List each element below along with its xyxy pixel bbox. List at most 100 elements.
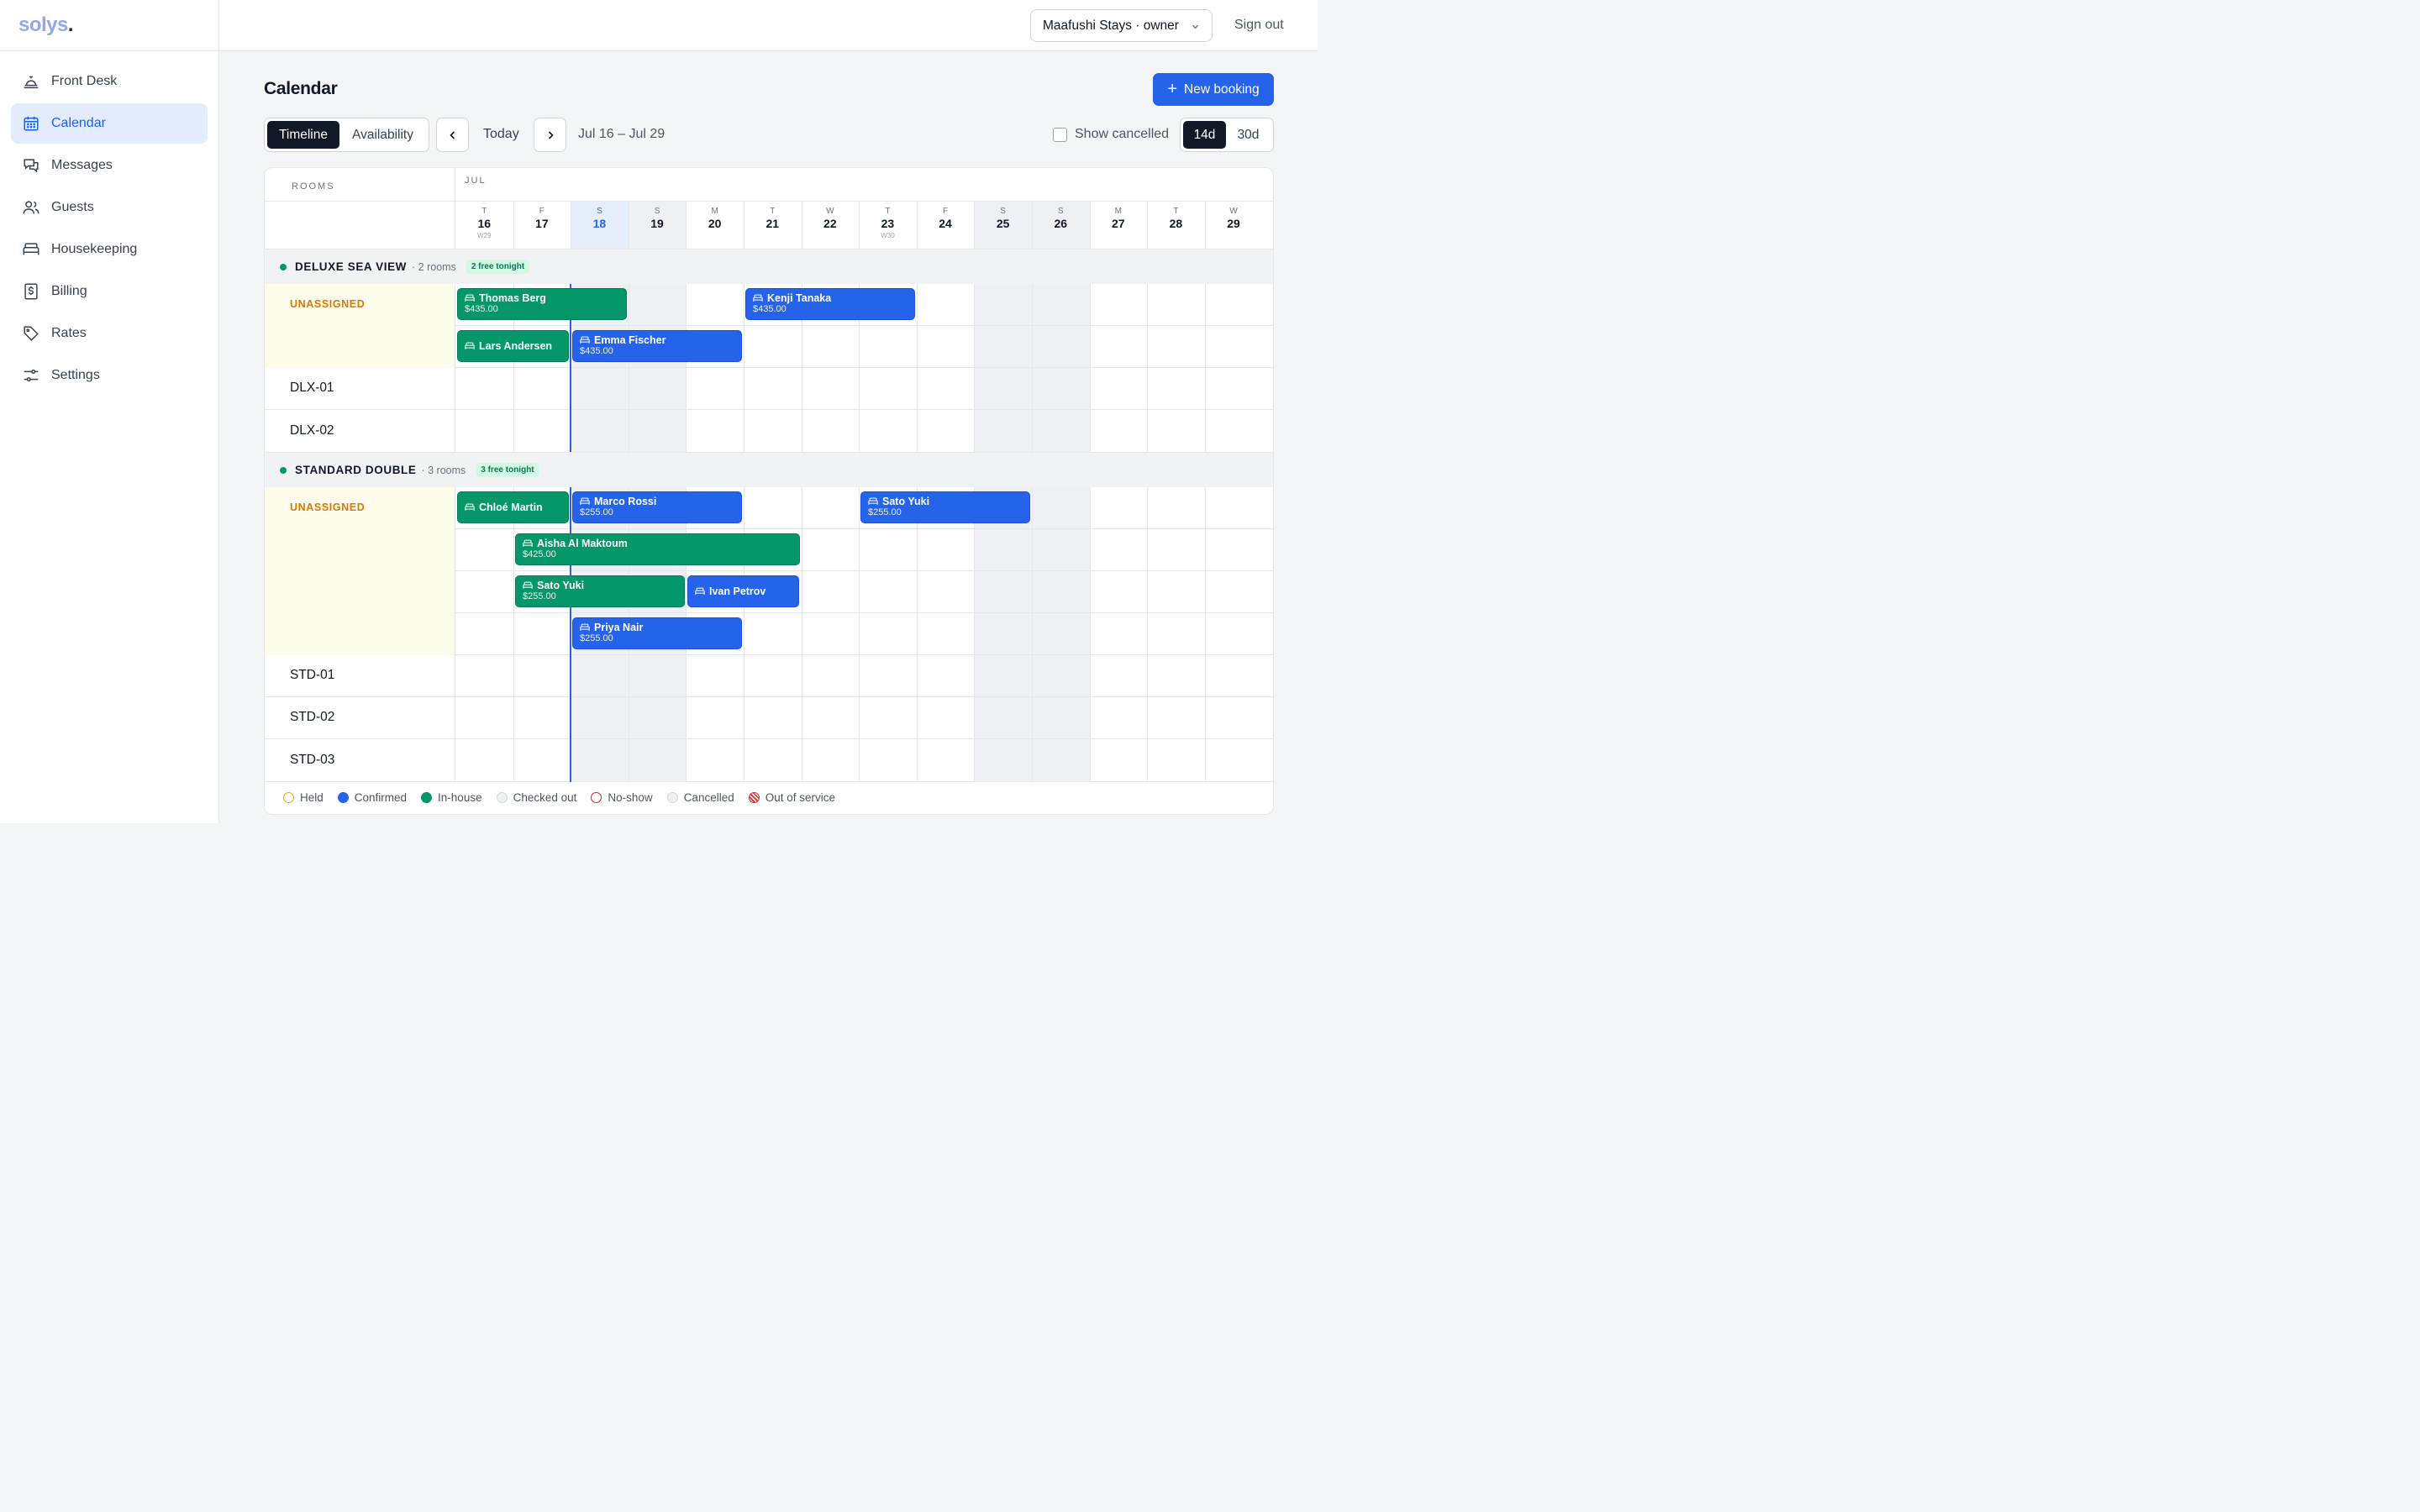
day-of-week: F — [942, 207, 949, 216]
today-button[interactable]: Today — [483, 127, 519, 142]
sliders-icon — [24, 369, 39, 382]
unassigned-label: UNASSIGNED — [290, 501, 366, 513]
sidebar-item-label: Housekeeping — [51, 242, 138, 256]
booking-bar[interactable]: Chloé Martin — [457, 491, 569, 523]
week-number: W29 — [477, 232, 492, 239]
day-number: 27 — [1112, 217, 1125, 230]
day-header-cell[interactable]: W 29 — [1205, 202, 1263, 249]
prev-range-button[interactable] — [436, 118, 469, 152]
sidebar-item-housekeeping[interactable]: Housekeeping — [11, 229, 208, 270]
unassigned-area — [265, 284, 455, 368]
day-header-cell[interactable]: M 27 — [1090, 202, 1148, 249]
day-header-cell[interactable]: S 18 — [571, 202, 629, 249]
span-30d[interactable]: 30d — [1226, 121, 1270, 149]
booking-bar[interactable]: Thomas Berg $435.00 — [457, 288, 627, 320]
booking-bar[interactable]: Lars Andersen — [457, 330, 569, 362]
hatch-icon — [748, 792, 760, 803]
room-type-group[interactable]: DELUXE SEA VIEW · 2 rooms 2 free tonight — [265, 249, 1273, 284]
room-label-dlx-01[interactable]: DLX-01 — [290, 381, 334, 396]
day-header-cell[interactable]: W 22 — [802, 202, 860, 249]
show-cancelled-checkbox[interactable] — [1053, 127, 1067, 142]
week-number: W30 — [881, 232, 895, 239]
weekend-column — [1032, 284, 1090, 452]
booking-guest: Ivan Petrov — [695, 585, 765, 597]
room-label-std-02[interactable]: STD-02 — [290, 710, 334, 725]
day-header-cell[interactable]: T 28 — [1147, 202, 1205, 249]
day-header-cell[interactable]: M 20 — [686, 202, 744, 249]
day-header-cell[interactable]: S 25 — [974, 202, 1032, 249]
rooms-column-header: ROOMS — [292, 181, 335, 192]
booking-guest-name: Aisha Al Maktoum — [537, 538, 628, 549]
span-toggle: 14d 30d — [1180, 118, 1274, 152]
day-number: 24 — [939, 217, 952, 230]
booking-bar[interactable]: Sato Yuki $255.00 — [860, 491, 1030, 523]
booking-guest: Lars Andersen — [465, 340, 552, 352]
booking-bar[interactable]: Emma Fischer $435.00 — [572, 330, 742, 362]
grid-column-line — [1147, 202, 1148, 782]
calendar-icon — [24, 116, 39, 131]
sidebar-nav: Front Desk Calendar Messages Guests Hous… — [0, 51, 218, 407]
day-header-cell[interactable]: T 21 — [744, 202, 802, 249]
view-availability[interactable]: Availability — [339, 121, 426, 149]
group-label: STANDARD DOUBLE · 3 rooms 3 free tonight — [280, 453, 539, 487]
status-badge: 2 free tonight — [466, 260, 530, 274]
sidebar-item-label: Rates — [51, 326, 87, 340]
day-header-cell[interactable]: S 26 — [1032, 202, 1090, 249]
booking-bar[interactable]: Priya Nair $255.00 — [572, 617, 742, 649]
day-header-cell[interactable]: T 16 W29 — [455, 202, 513, 249]
booking-bar[interactable]: Marco Rossi $255.00 — [572, 491, 742, 523]
room-type-group[interactable]: STANDARD DOUBLE · 3 rooms 3 free tonight — [265, 453, 1273, 487]
group-label: DELUXE SEA VIEW · 2 rooms 2 free tonight — [280, 249, 530, 284]
booking-bar[interactable]: Kenji Tanaka $435.00 — [745, 288, 915, 320]
status-badge: 3 free tonight — [476, 463, 539, 477]
sidebar-item-settings[interactable]: Settings — [11, 355, 208, 396]
sidebar-item-guests[interactable]: Guests — [11, 187, 208, 228]
bed-icon — [695, 587, 705, 595]
bed-icon — [523, 581, 533, 589]
legend-no-show: No-show — [591, 791, 653, 804]
sidebar-item-rates[interactable]: Rates — [11, 313, 208, 354]
room-label-std-03[interactable]: STD-03 — [290, 753, 334, 768]
view-timeline[interactable]: Timeline — [267, 121, 339, 149]
booking-bar[interactable]: Ivan Petrov — [687, 575, 799, 607]
date-range: Jul 16 – Jul 29 — [578, 127, 666, 141]
calendar-panel: ROOMS JUL T 16 W29 F 17 S 18 S 19 M 20 T 21 W 22 T 23 W30… — [264, 167, 1274, 815]
day-header-cell[interactable]: T 23 W30 — [859, 202, 917, 249]
new-booking-button[interactable]: + New booking — [1153, 73, 1274, 106]
sidebar-item-label: Front Desk — [51, 74, 118, 88]
show-cancelled-toggle[interactable]: Show cancelled — [1053, 127, 1169, 142]
day-of-week: S — [654, 207, 660, 216]
booking-guest: Chloé Martin — [465, 501, 543, 513]
booking-guest-name: Lars Andersen — [479, 340, 553, 352]
day-header-cell[interactable]: F 17 — [513, 202, 571, 249]
booking-guest-name: Kenji Tanaka — [767, 292, 832, 304]
chevron-down-icon — [1192, 24, 1199, 29]
sidebar-item-front-desk[interactable]: Front Desk — [11, 61, 208, 102]
room-label-dlx-02[interactable]: DLX-02 — [290, 423, 334, 438]
day-header-cell[interactable]: F 24 — [917, 202, 975, 249]
day-of-week: T — [770, 207, 776, 216]
day-header-cell[interactable]: S 19 — [629, 202, 687, 249]
sidebar-item-messages[interactable]: Messages — [11, 145, 208, 186]
booking-guest-name: Sato Yuki — [537, 580, 585, 591]
next-range-button[interactable] — [534, 118, 566, 152]
group-room-count: · 2 rooms — [412, 260, 456, 273]
bell-icon — [24, 76, 39, 89]
sign-out-link[interactable]: Sign out — [1234, 18, 1284, 33]
booking-bar[interactable]: Aisha Al Maktoum $425.00 — [515, 533, 800, 565]
app-logo[interactable]: solys. — [18, 13, 74, 37]
sidebar-item-calendar[interactable]: Calendar — [11, 103, 208, 144]
span-14d[interactable]: 14d — [1183, 121, 1226, 149]
room-label-std-01[interactable]: STD-01 — [290, 668, 334, 683]
booking-price: $255.00 — [868, 507, 902, 517]
legend-cancelled: Cancelled — [666, 791, 734, 804]
booking-bar[interactable]: Sato Yuki $255.00 — [515, 575, 685, 607]
messages-icon — [24, 159, 39, 173]
sidebar-item-billing[interactable]: Billing — [11, 271, 208, 312]
property-select[interactable]: Maafushi Stays · owner — [1030, 9, 1213, 42]
status-legend: Held Confirmed In-house Checked out No-s… — [283, 791, 850, 804]
booking-guest-name: Thomas Berg — [479, 292, 546, 304]
legend-checked-out: Checked out — [496, 791, 576, 804]
grid-column-line — [1090, 202, 1091, 782]
booking-guest: Sato Yuki — [523, 580, 678, 591]
